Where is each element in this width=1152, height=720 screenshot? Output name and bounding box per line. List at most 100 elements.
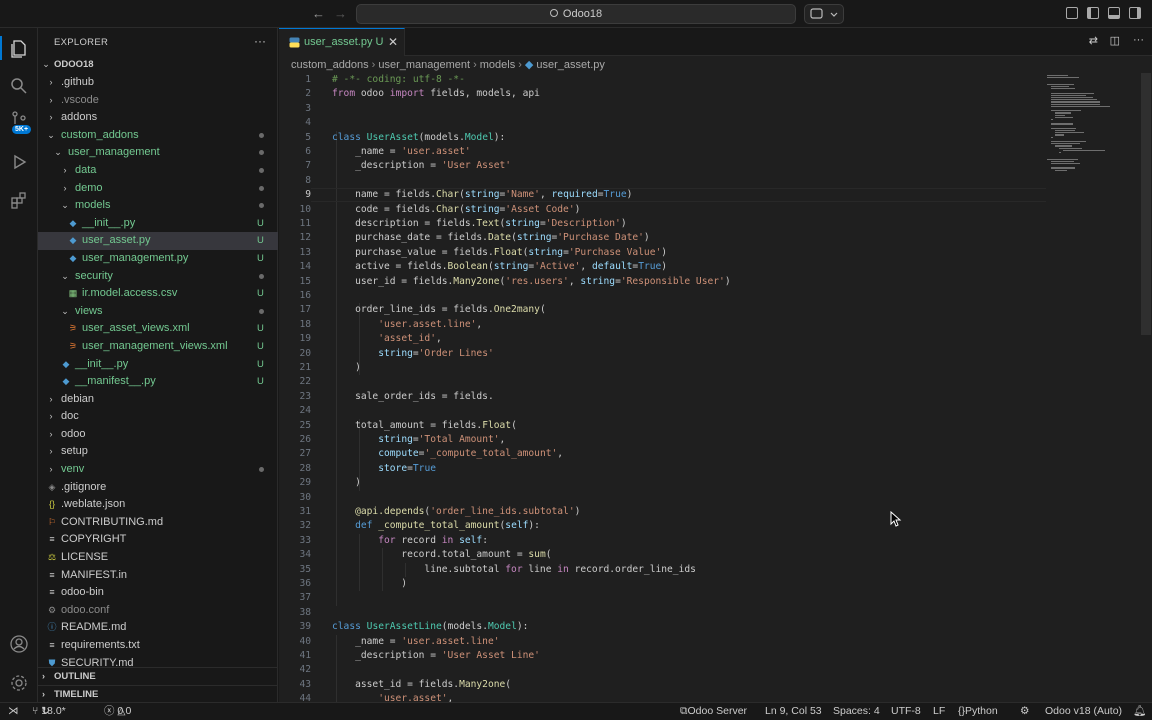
notifications-icon[interactable]: 🔔︎ (1133, 703, 1146, 720)
forward-arrow-icon[interactable]: → (334, 6, 347, 21)
more-actions-icon[interactable]: ··· (254, 34, 266, 48)
accounts-icon[interactable] (9, 634, 29, 654)
end-of-line[interactable]: LF (933, 703, 945, 720)
breadcrumb-item[interactable]: custom_addons (291, 59, 369, 71)
cursor-position[interactable]: Ln 9, Col 53 (765, 703, 822, 720)
explorer-folder[interactable]: ⌄ user_management (38, 144, 278, 162)
more-actions-icon[interactable]: ··· (1133, 34, 1144, 46)
outline-label: OUTLINE (54, 671, 96, 682)
explorer-folder[interactable]: ⌄ security (38, 268, 278, 286)
problems-status[interactable]: ⓧ 0 △ 0 (104, 703, 131, 720)
tab-user-asset[interactable]: user_asset.py U ✕ (279, 28, 405, 56)
explorer-folder[interactable]: › .vscode (38, 92, 278, 110)
toggle-panel-icon[interactable] (1108, 7, 1120, 19)
odoo-version[interactable]: Odoo v18 (Auto) (1045, 703, 1122, 720)
code-line: @api.depends('order_line_ids.subtotal') (355, 506, 581, 517)
explorer-folder[interactable]: › data (38, 162, 278, 180)
explorer-file[interactable]: ⓘ README.md (38, 619, 278, 637)
explorer-item-label: __init__.py (75, 357, 129, 370)
code-line: for record in self: (378, 534, 488, 546)
minimap[interactable] (1047, 73, 1139, 702)
explorer-file[interactable]: ≡ odoo-bin (38, 584, 278, 602)
git-status-untracked: U (257, 217, 264, 229)
code-editor[interactable]: 1 # -*- coding: utf-8 -*- 2 from odoo impor… (279, 73, 1152, 702)
line-number: 44 (299, 693, 311, 702)
extensions-icon[interactable] (9, 190, 29, 210)
explorer-item-label: COPYRIGHT (61, 533, 127, 546)
explorer-folder[interactable]: › addons (38, 109, 278, 127)
py-file-icon: ◆ (62, 358, 70, 369)
explorer-file[interactable]: ⚖ LICENSE (38, 549, 278, 567)
explorer-file[interactable]: ⚞ user_asset_views.xml U (38, 320, 278, 338)
code-line: line.subtotal for line in record.order_l… (332, 563, 696, 575)
line-number: 33 (299, 534, 311, 546)
breadcrumb-item[interactable]: user_asset.py (536, 59, 604, 71)
explorer-folder[interactable]: ⌄ models (38, 197, 278, 215)
explorer-folder[interactable]: ⌄ custom_addons (38, 127, 278, 145)
remote-icon[interactable]: ⋊ (8, 703, 19, 720)
explorer-file[interactable]: ⚐ CONTRIBUTING.md (38, 514, 278, 532)
explorer-item-label: odoo (61, 427, 86, 440)
encoding[interactable]: UTF-8 (891, 703, 921, 720)
breadcrumb-item[interactable]: models (480, 59, 515, 71)
back-arrow-icon[interactable]: ← (312, 6, 325, 21)
line-number: 11 (299, 218, 311, 229)
odoo-server-status[interactable]: ⧉ Odoo Server (680, 703, 747, 720)
py-file-icon: ◆ (69, 217, 77, 228)
py-file-icon: ◆ (62, 376, 70, 387)
vertical-scrollbar[interactable] (1141, 73, 1151, 335)
toggle-secondary-sidebar-icon[interactable] (1129, 7, 1141, 19)
git-status-dot (259, 180, 264, 198)
line-number: 35 (299, 563, 311, 575)
explorer-folder[interactable]: › odoo (38, 426, 278, 444)
explorer-file[interactable]: ▦ ir.model.access.csv U (38, 285, 278, 303)
txt-file-icon: ≡ (49, 640, 55, 650)
breadcrumb-item[interactable]: user_management (378, 59, 470, 71)
explorer-folder[interactable]: › demo (38, 180, 278, 198)
explorer-file[interactable]: ≡ MANIFEST.in (38, 567, 278, 585)
explorer-file[interactable]: ≡ COPYRIGHT (38, 531, 278, 549)
explorer-folder[interactable]: › doc (38, 408, 278, 426)
lic-file-icon: ⚖ (47, 552, 57, 563)
workspace-root[interactable]: ⌄ ODOO18 (38, 56, 278, 74)
explorer-file[interactable]: ⚙ odoo.conf (38, 602, 278, 620)
line-number: 31 (299, 506, 311, 517)
copilot-status-icon[interactable]: ⚙ (1020, 703, 1029, 720)
timeline-label: TIMELINE (54, 689, 99, 700)
explorer-folder[interactable]: › debian (38, 391, 278, 409)
explorer-file[interactable]: ⚞ user_management_views.xml U (38, 338, 278, 356)
language-mode[interactable]: {} Python (958, 703, 998, 720)
split-editor-icon[interactable]: ◫ (1110, 34, 1120, 47)
indentation[interactable]: Spaces: 4 (833, 703, 880, 720)
run-debug-icon[interactable] (9, 152, 29, 172)
explorer-file[interactable]: ≡ requirements.txt (38, 637, 278, 655)
explorer-file[interactable]: ◆ user_asset.py U (38, 232, 278, 250)
compare-changes-icon[interactable]: ⇄ (1089, 34, 1098, 47)
outline-section[interactable]: › OUTLINE (38, 667, 278, 684)
explorer-file[interactable]: ◆ user_management.py U (38, 250, 278, 268)
explorer-folder[interactable]: › setup (38, 443, 278, 461)
editor-area: user_asset.py U ✕ ⇄ ◫ ··· custom_addons ›… (279, 28, 1152, 702)
explorer-file[interactable]: ◆ __init__.py U (38, 215, 278, 233)
explorer-file[interactable]: ◆ __manifest__.py U (38, 373, 278, 391)
explorer-folder[interactable]: ⌄ views (38, 303, 278, 321)
copilot-button[interactable] (804, 4, 844, 24)
chevron-right-icon: › (63, 182, 67, 193)
manage-gear-icon[interactable] (9, 673, 29, 693)
explorer-files-icon[interactable] (9, 38, 29, 58)
toggle-primary-sidebar-icon[interactable] (1087, 7, 1099, 19)
explorer-file[interactable]: ◈ .gitignore (38, 479, 278, 497)
explorer-file[interactable]: ◆ __init__.py U (38, 356, 278, 374)
branch-status[interactable]: ⑂ 18.0* ↻ (32, 703, 66, 720)
explorer-file[interactable]: {} .weblate.json (38, 496, 278, 514)
explorer-sidebar: EXPLORER ··· ⌄ ODOO18 › .github › .vscode › a… (38, 28, 278, 702)
chevron-right-icon: › (49, 77, 53, 87)
explorer-folder[interactable]: › venv (38, 461, 278, 479)
customize-layout-icon[interactable] (1066, 7, 1078, 19)
minimap-line (1051, 88, 1076, 90)
close-icon[interactable]: ✕ (388, 35, 398, 49)
command-center-search[interactable]: Odoo18 (356, 4, 796, 24)
timeline-section[interactable]: › TIMELINE (38, 685, 278, 702)
search-icon[interactable] (9, 76, 29, 96)
explorer-folder[interactable]: › .github (38, 74, 278, 92)
